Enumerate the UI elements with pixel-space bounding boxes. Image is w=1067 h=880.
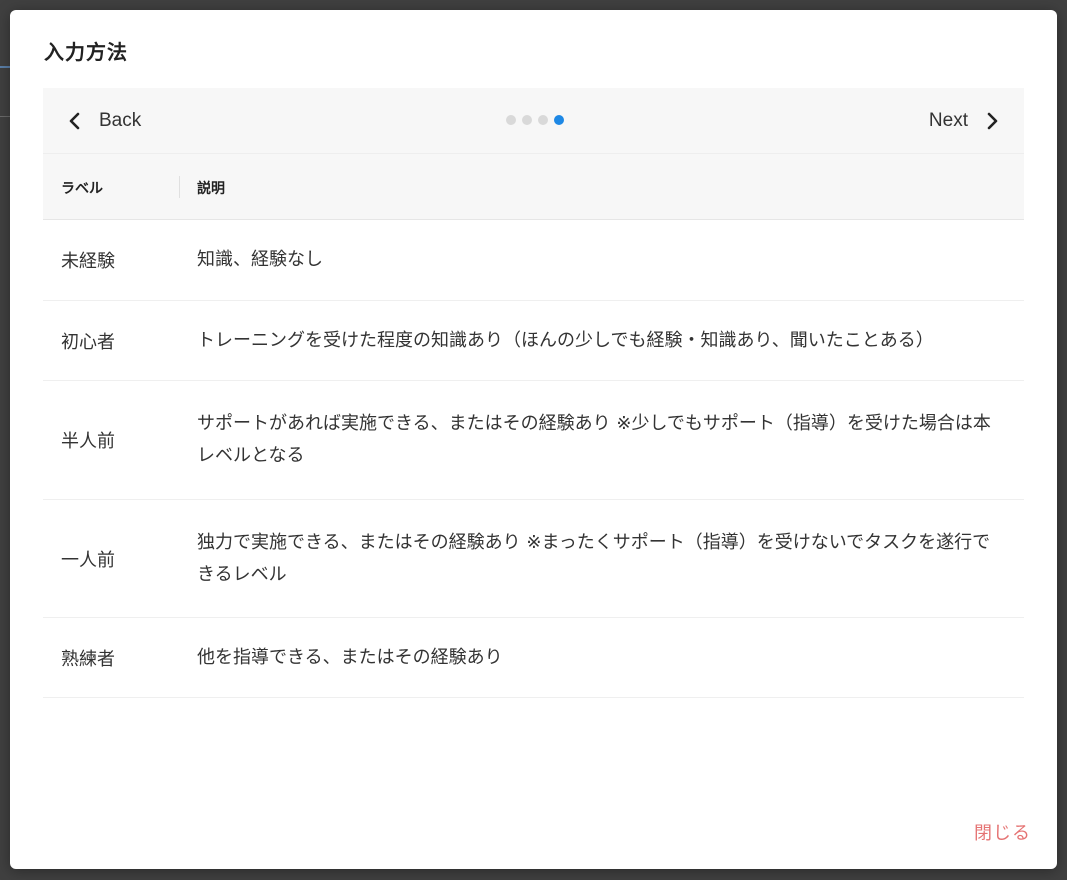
background-app-divider [0, 116, 10, 117]
carousel-navigation: Back Next [43, 88, 1024, 153]
table-row: 未経験 知識、経験なし [43, 220, 1024, 301]
page-indicator [506, 115, 564, 125]
page-dot-3[interactable] [538, 115, 548, 125]
chevron-right-icon [987, 112, 998, 129]
row-label: 初心者 [61, 331, 115, 353]
row-description: サポートがあれば実施できる、またはその経験あり ※少しでもサポート（指導）を受け… [197, 413, 991, 466]
column-divider [179, 176, 180, 198]
dialog-title: 入力方法 [44, 40, 128, 64]
table-header: ラベル 説明 [43, 153, 1024, 220]
row-label: 未経験 [61, 251, 115, 272]
back-label: Back [99, 109, 142, 131]
chevron-left-icon [69, 112, 80, 129]
next-button[interactable]: Next [929, 88, 1002, 153]
row-label: 一人前 [61, 549, 115, 571]
table-row: 半人前 サポートがあれば実施できる、またはその経験あり ※少しでもサポート（指導… [43, 381, 1024, 500]
row-label: 半人前 [61, 431, 115, 452]
page-dot-1[interactable] [506, 115, 516, 125]
page-dot-4-active[interactable] [554, 115, 564, 125]
input-method-dialog: 入力方法 Back Next ラベル 説明 未経験 知識、経験なし 初心者 トレ… [10, 10, 1057, 869]
back-button[interactable]: Back [65, 88, 141, 153]
level-definition-table: ラベル 説明 未経験 知識、経験なし 初心者 トレーニングを受けた程度の知識あり… [43, 153, 1024, 698]
page-dot-2[interactable] [522, 115, 532, 125]
column-header-label: ラベル [61, 181, 103, 197]
row-description: トレーニングを受けた程度の知識あり（ほんの少しでも経験・知識あり、聞いたことある… [197, 329, 934, 351]
column-header-description: 説明 [197, 181, 225, 197]
row-description: 他を指導できる、またはその経験あり [197, 646, 503, 668]
close-button[interactable]: 閉じる [974, 819, 1031, 845]
table-row: 熟練者 他を指導できる、またはその経験あり [43, 618, 1024, 698]
table-row: 一人前 独力で実施できる、またはその経験あり ※まったくサポート（指導）を受けな… [43, 500, 1024, 618]
row-description: 独力で実施できる、またはその経験あり ※まったくサポート（指導）を受けないでタス… [197, 531, 991, 585]
row-label: 熟練者 [61, 648, 115, 670]
row-description: 知識、経験なし [197, 249, 323, 270]
background-app-edge [0, 66, 10, 68]
next-label: Next [928, 109, 968, 131]
table-row: 初心者 トレーニングを受けた程度の知識あり（ほんの少しでも経験・知識あり、聞いた… [43, 301, 1024, 381]
